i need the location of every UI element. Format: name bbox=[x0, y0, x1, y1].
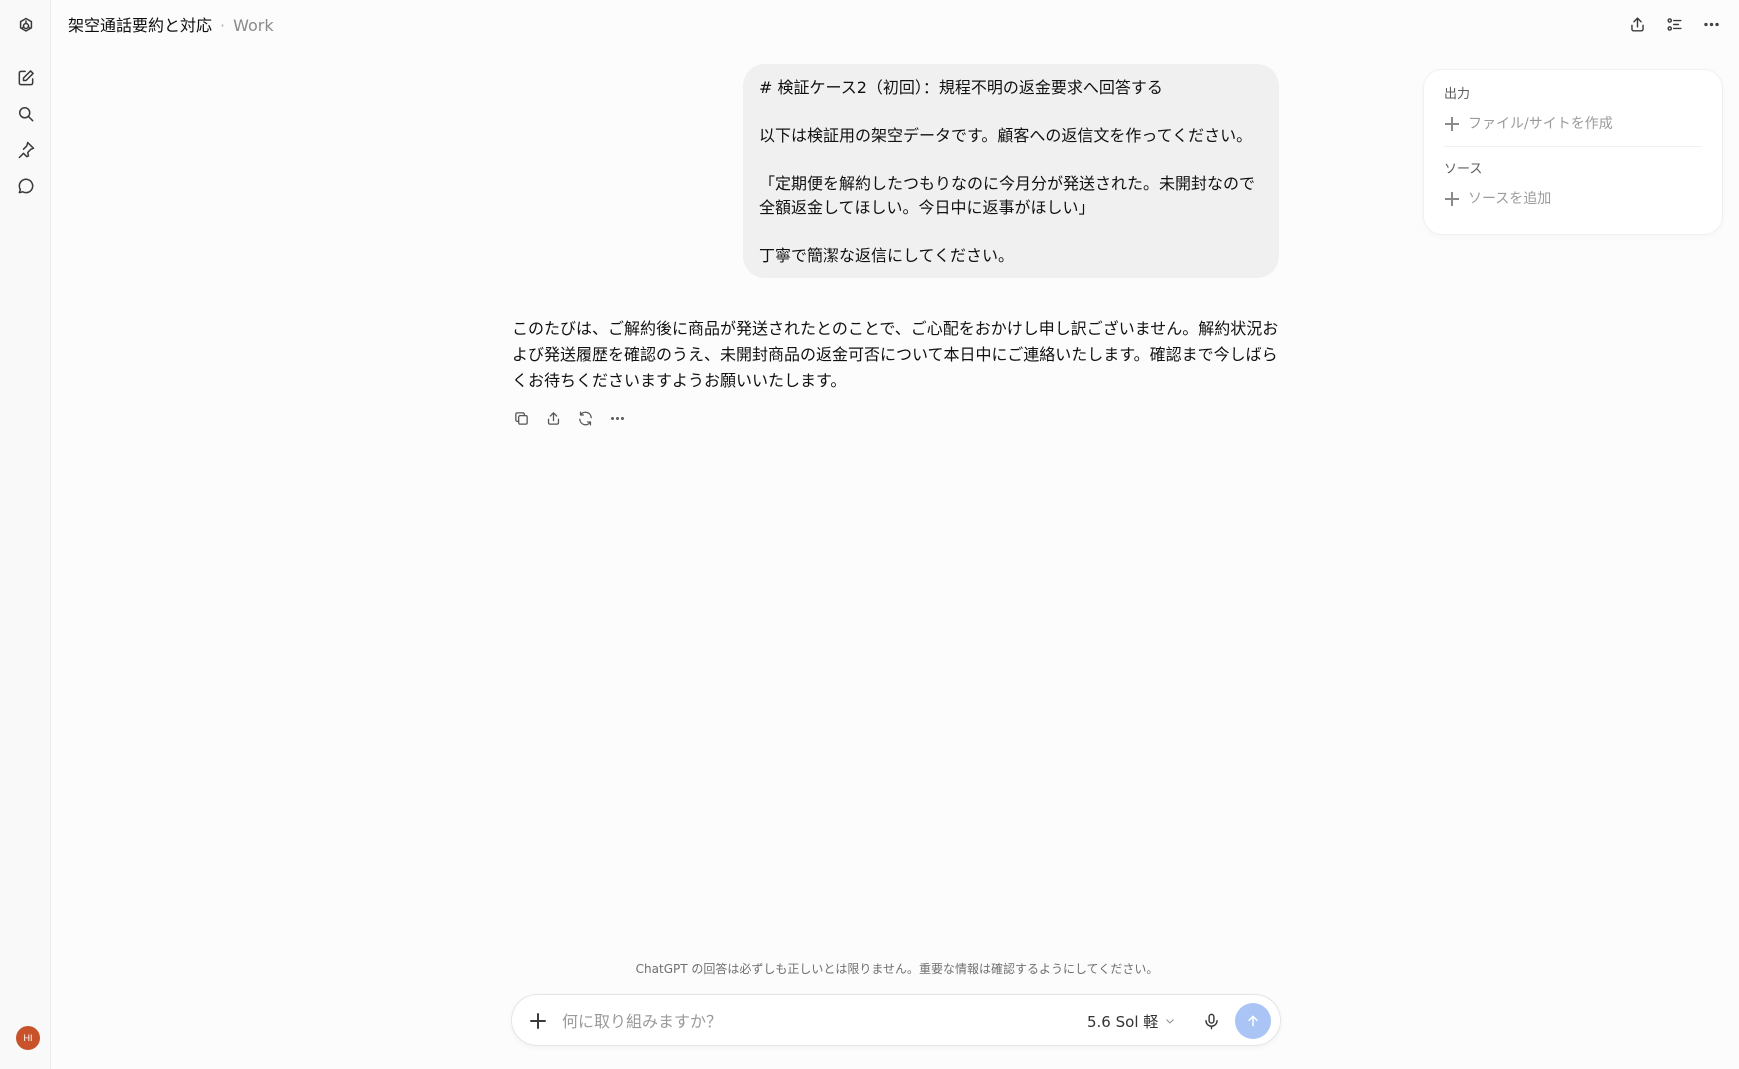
send-button[interactable] bbox=[1235, 1003, 1271, 1039]
chat-bubble-icon[interactable] bbox=[14, 174, 38, 198]
divider bbox=[1444, 146, 1702, 147]
user-message-heading: # 検証ケース2（初回）：規程不明の返金要求へ回答する bbox=[759, 78, 1163, 97]
model-label: 5.6 Sol 軽 bbox=[1087, 1012, 1159, 1031]
more-icon[interactable] bbox=[606, 407, 628, 429]
create-output-label: ファイル/サイトを作成 bbox=[1468, 116, 1613, 132]
more-icon[interactable] bbox=[1700, 13, 1723, 36]
message-actions bbox=[510, 407, 628, 429]
copy-icon[interactable] bbox=[510, 407, 532, 429]
composer: 5.6 Sol 軽 bbox=[511, 994, 1281, 1046]
share-icon[interactable] bbox=[1626, 13, 1649, 36]
title-separator: · bbox=[220, 16, 226, 35]
user-message-paragraph: 丁寧で簡潔な返信にしてください。 bbox=[759, 246, 1015, 265]
assistant-message: このたびは、ご解約後に商品が発送されたとのことで、ご心配をおかけし申し訳ございま… bbox=[512, 319, 1279, 390]
disclaimer: ChatGPT の回答は必ずしも正しいとは限りません。重要な情報は確認するように… bbox=[635, 962, 1159, 976]
model-selector[interactable]: 5.6 Sol 軽 bbox=[1087, 1009, 1176, 1033]
plus-icon bbox=[1444, 191, 1460, 207]
share-icon[interactable] bbox=[542, 407, 564, 429]
prompt-input[interactable] bbox=[562, 1007, 1042, 1035]
add-source-label: ソースを追加 bbox=[1468, 191, 1552, 207]
sources-section-title: ソース bbox=[1444, 162, 1483, 177]
arrow-up-icon bbox=[1248, 1015, 1258, 1027]
regenerate-icon[interactable] bbox=[574, 407, 596, 429]
conversation-header: 架空通話要約と対応 · Work bbox=[68, 15, 274, 37]
user-message-paragraph: 以下は検証用の架空データです。顧客への返信文を作ってください。 bbox=[759, 126, 1253, 145]
new-chat-icon[interactable] bbox=[14, 66, 38, 90]
attach-plus-icon[interactable] bbox=[526, 1009, 550, 1033]
app-window: HI 架空通話要約と対応 · Work # 検証ケース2（初回）：規程不明の返金… bbox=[0, 0, 1739, 1069]
project-name[interactable]: Work bbox=[233, 15, 274, 37]
conversation-title[interactable]: 架空通話要約と対応 bbox=[68, 15, 212, 37]
side-panel: 出力 ファイル/サイトを作成 ソース ソースを追加 bbox=[1424, 70, 1722, 234]
search-icon[interactable] bbox=[14, 102, 38, 126]
plus-icon bbox=[1444, 116, 1460, 132]
chevron-down-icon bbox=[1166, 1019, 1175, 1024]
left-rail: HI bbox=[0, 0, 51, 1069]
pin-icon[interactable] bbox=[14, 138, 38, 162]
task-list-icon[interactable] bbox=[1663, 13, 1686, 36]
create-output-button[interactable]: ファイル/サイトを作成 bbox=[1444, 114, 1702, 134]
add-source-button[interactable]: ソースを追加 bbox=[1444, 189, 1702, 209]
user-message-paragraph: 「定期便を解約したつもりなのに今月分が発送された。未開封なので全額返金してほしい… bbox=[759, 174, 1256, 217]
user-message: # 検証ケース2（初回）：規程不明の返金要求へ回答する 以下は検証用の架空データ… bbox=[743, 64, 1279, 278]
header-actions bbox=[1626, 13, 1723, 36]
microphone-icon[interactable] bbox=[1199, 1009, 1223, 1033]
avatar[interactable]: HI bbox=[16, 1026, 40, 1050]
output-section-title: 出力 bbox=[1444, 87, 1471, 102]
openai-logo-icon[interactable] bbox=[14, 14, 38, 38]
